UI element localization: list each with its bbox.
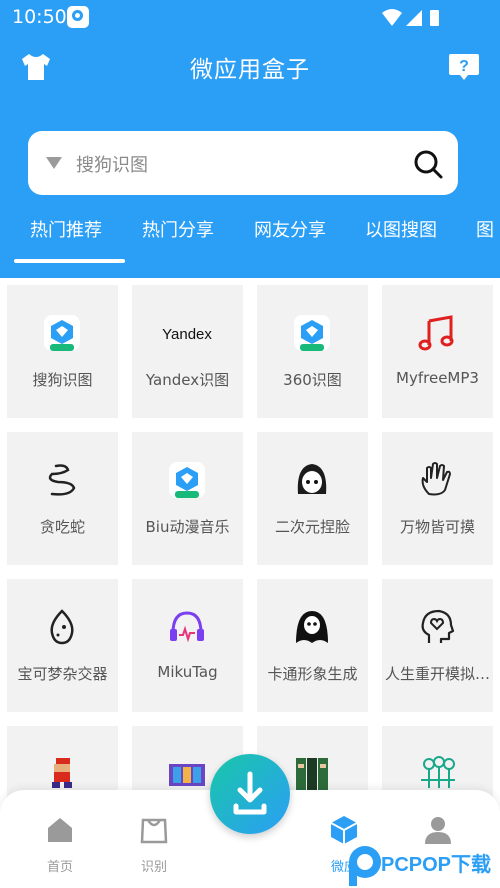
app-label: 二次元捏脸 [274, 518, 350, 536]
snake-icon [48, 464, 76, 496]
hand-icon [421, 462, 451, 496]
app-card[interactable]: 搜狗识图 [7, 285, 118, 418]
battery-icon [430, 10, 439, 26]
app-card[interactable]: 二次元捏脸 [257, 432, 368, 565]
category-tabs: 热门推荐 热门分享 网友分享 以图搜图 图 [0, 216, 500, 246]
pcpop-logo-icon [349, 846, 381, 886]
app-label: 人生重开模拟… [384, 665, 490, 683]
app-card[interactable]: Biu动漫音乐 [132, 432, 243, 565]
yandex-logo-icon: Yandex [162, 326, 212, 343]
status-time: 10:50 [12, 6, 67, 28]
tab-more[interactable]: 图 [476, 216, 494, 242]
pixel-mario-icon [52, 758, 72, 788]
header: 10:50 微应用盒子 ? 搜狗识图 热门推荐 热门分享 网友分享 以图搜图 图 [0, 0, 500, 278]
app-label: 万物皆可摸 [399, 518, 475, 536]
download-icon [233, 771, 267, 815]
app-card[interactable]: MikuTag [132, 579, 243, 712]
app-card[interactable]: 万物皆可摸 [382, 432, 493, 565]
tree-fence-icon [421, 756, 455, 788]
egg-icon [50, 609, 74, 645]
app-card[interactable]: 宝可梦杂交器 [7, 579, 118, 712]
svg-text:Yandex: Yandex [162, 326, 212, 343]
app-card[interactable]: 贪吃蛇 [7, 432, 118, 565]
download-button[interactable] [210, 754, 290, 834]
watermark-logo: PCPOP下载 [345, 842, 500, 888]
app-label: MikuTag [157, 663, 218, 681]
music-note-icon [418, 315, 454, 351]
cell-signal-icon [406, 10, 422, 26]
nav-label: 识别 [140, 860, 167, 875]
app-label: 卡通形象生成 [267, 665, 358, 683]
dropdown-triangle-icon[interactable] [46, 157, 62, 169]
nav-recognize[interactable]: 识别 [124, 814, 184, 884]
app-card[interactable]: 人生重开模拟… [382, 579, 493, 712]
app-label: Biu动漫音乐 [145, 518, 230, 536]
bag-icon [140, 818, 168, 844]
anime-face-icon [297, 464, 327, 494]
search-input[interactable]: 搜狗识图 [76, 151, 148, 177]
app-card[interactable]: 360识图 [257, 285, 368, 418]
status-bar: 10:50 [0, 0, 500, 34]
tab-indicator [14, 259, 125, 263]
tab-hot-recommend[interactable]: 热门推荐 [30, 216, 102, 242]
film-icon [169, 764, 205, 786]
home-icon [48, 818, 72, 842]
search-icon[interactable] [412, 148, 444, 180]
app-label: Yandex识图 [145, 371, 230, 389]
app-card[interactable]: MyfreeMP3 [382, 285, 493, 418]
headphones-icon [170, 611, 204, 643]
page-title: 微应用盒子 [190, 57, 310, 83]
head-heart-icon [421, 609, 455, 643]
svg-text:?: ? [459, 58, 469, 75]
360-plus-icon [294, 315, 330, 351]
watermark-text: PCPOP下载 [381, 854, 492, 876]
ghost-icon [296, 611, 328, 643]
pixel-people-icon [296, 758, 328, 790]
nav-label: 首页 [46, 860, 73, 875]
wifi-icon [382, 9, 402, 26]
app-label: 宝可梦杂交器 [17, 665, 108, 683]
app-card[interactable]: Yandex Yandex识图 [132, 285, 243, 418]
tab-hot-share[interactable]: 热门分享 [142, 216, 214, 242]
status-icons [382, 9, 439, 26]
biu-plus-icon [169, 462, 205, 498]
app-label: 贪吃蛇 [39, 518, 85, 536]
app-label: MyfreeMP3 [396, 369, 479, 387]
app-notification-icon [67, 6, 89, 28]
tab-image-search[interactable]: 以图搜图 [365, 216, 437, 242]
app-label: 360识图 [283, 371, 342, 389]
app-label: 搜狗识图 [32, 371, 93, 389]
sogou-plus-icon [44, 315, 80, 351]
help-icon[interactable]: ? [448, 52, 480, 82]
search-bar[interactable]: 搜狗识图 [28, 131, 458, 195]
app-card[interactable]: 卡通形象生成 [257, 579, 368, 712]
nav-home[interactable]: 首页 [30, 814, 90, 884]
tab-user-share[interactable]: 网友分享 [254, 216, 326, 242]
